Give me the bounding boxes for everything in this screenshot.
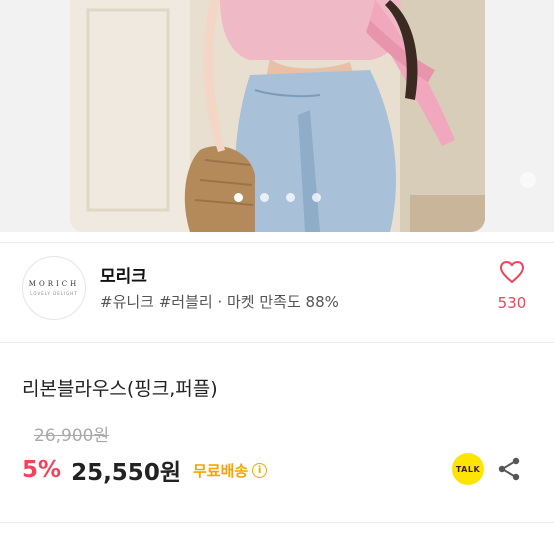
shop-name[interactable]: 모리크 — [100, 262, 147, 287]
share-icon — [496, 457, 522, 486]
info-icon[interactable]: i — [252, 462, 268, 478]
next-image-hint[interactable] — [520, 172, 536, 188]
gallery-dot[interactable] — [311, 193, 321, 202]
divider — [0, 522, 554, 523]
divider — [0, 242, 554, 243]
share-button[interactable] — [496, 456, 522, 482]
shop-tags: #유니크 #러블리 · 마켓 만족도 88% — [100, 293, 339, 311]
price-row: 5% 25,550원 무료배송 i — [22, 453, 268, 487]
gallery-dot[interactable] — [233, 193, 243, 202]
discount-rate: 5% — [22, 457, 62, 483]
gallery-dot[interactable] — [259, 193, 269, 202]
kakao-talk-button[interactable]: TALK — [452, 453, 484, 485]
like-count: 530 — [497, 294, 527, 312]
talk-label: TALK — [455, 464, 481, 474]
product-image-gallery[interactable] — [0, 0, 554, 232]
shop-logo-subtext: LOVELY DELIGHT — [30, 291, 78, 296]
shop-logo[interactable]: MORICH LOVELY DELIGHT — [22, 256, 86, 320]
sale-price: 25,550원 — [71, 460, 181, 486]
gallery-pagination — [0, 193, 554, 203]
original-price: 26,900원 — [34, 426, 110, 446]
like-button[interactable]: 530 — [492, 260, 532, 316]
free-shipping-label: 무료배송 — [192, 461, 249, 480]
shop-info-row[interactable]: MORICH LOVELY DELIGHT 모리크 #유니크 #러블리 · 마켓… — [0, 246, 554, 326]
product-title: 리본블라우스(핑크,퍼플) — [22, 378, 218, 400]
gallery-dot[interactable] — [285, 193, 295, 202]
heart-outline-icon — [499, 260, 525, 288]
shop-logo-text: MORICH — [28, 280, 80, 288]
divider — [0, 342, 554, 343]
